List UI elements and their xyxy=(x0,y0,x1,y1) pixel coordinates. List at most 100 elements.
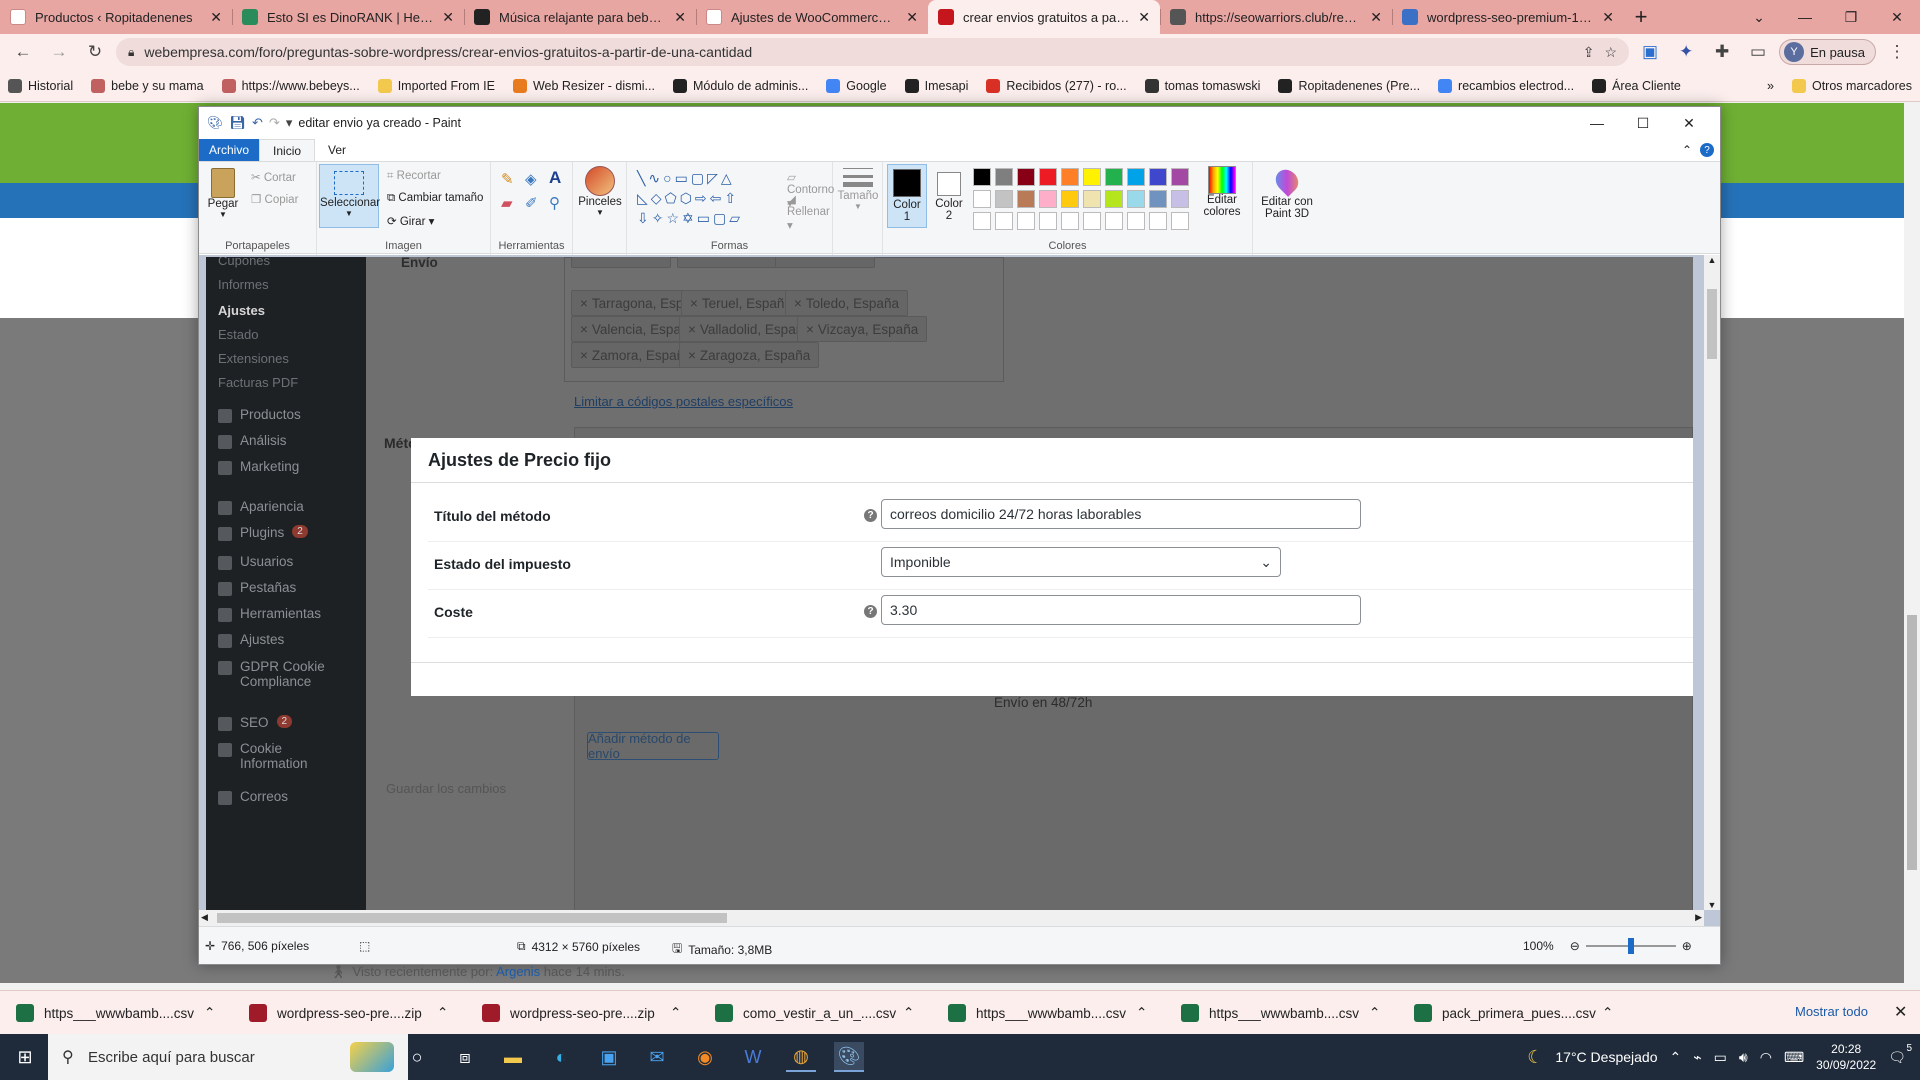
zoom-slider-thumb[interactable] xyxy=(1627,938,1634,954)
download-item[interactable]: https___wwwbamb....csv ⌃ xyxy=(948,1000,1147,1026)
recently-viewed-name[interactable]: Argenis xyxy=(496,964,540,979)
chevron-up-icon[interactable]: ⌃ xyxy=(1602,1005,1613,1021)
close-tab-icon[interactable]: ✕ xyxy=(1138,9,1150,26)
palette-swatch[interactable] xyxy=(1083,168,1101,186)
brushes-button[interactable]: Pinceles ▼ xyxy=(577,166,623,217)
sidebar-item[interactable]: Herramientas xyxy=(218,606,321,622)
minimize-icon[interactable]: — xyxy=(1782,0,1828,34)
extension-icon[interactable]: ✦ xyxy=(1671,37,1701,67)
browser-tab[interactable]: crear envios gratuitos a partir de ✕ xyxy=(928,0,1160,34)
scroll-down-icon[interactable]: ▼ xyxy=(1704,900,1720,910)
sidebar-subitem[interactable]: Cupones xyxy=(218,257,270,268)
quick-access-dropdown-icon[interactable]: ▾ xyxy=(286,115,293,131)
paint-canvas-area[interactable]: Cupones Informes Ajustes Estado Extensiones F… xyxy=(199,255,1720,926)
download-item[interactable]: pack_primera_pues....csv ⌃ xyxy=(1414,1000,1613,1026)
shapes-gallery[interactable]: ╲∿○▭▢◸△ ◺◇⬠⬡⇨⇦⇧ ⇩✧☆✡▭▢▱ xyxy=(637,168,783,228)
limit-postcodes-link[interactable]: Limitar a códigos postales específicos xyxy=(574,394,793,409)
palette-swatch[interactable] xyxy=(973,190,991,208)
back-icon[interactable]: ← xyxy=(8,37,38,67)
crop-button[interactable]: ⌗ Recortar xyxy=(387,170,441,183)
bookmark-item[interactable]: Ropitadenenes (Pre... xyxy=(1278,78,1420,93)
browser-tab[interactable]: Música relajante para bebés: ¿cómo ✕ xyxy=(464,0,696,34)
sidebar-subitem[interactable]: Informes xyxy=(218,277,269,292)
method-title-input[interactable]: correos domicilio 24/72 horas laborables xyxy=(881,499,1361,529)
edge-icon[interactable]: ◐ xyxy=(546,1042,576,1072)
language-icon[interactable]: ⌨ xyxy=(1784,1049,1804,1066)
sidebar-item[interactable]: Ajustes xyxy=(218,632,284,648)
select-button[interactable]: Seleccionar ▼ xyxy=(319,164,380,228)
edit-colors-button[interactable]: Editar colores xyxy=(1197,166,1247,218)
pencil-icon[interactable]: ✎ xyxy=(501,170,514,188)
bookmark-item[interactable]: tomas tomaswski xyxy=(1144,78,1260,93)
custom-color-slot[interactable] xyxy=(1061,212,1079,230)
close-tab-icon[interactable]: ✕ xyxy=(674,9,686,26)
paste-button[interactable]: Pegar ▼ xyxy=(205,168,241,219)
color1-button[interactable]: Color 1 xyxy=(887,164,927,228)
palette-swatch[interactable] xyxy=(1083,190,1101,208)
sidebar-subitem[interactable]: Facturas PDF xyxy=(218,375,298,390)
remove-tag-icon[interactable]: × xyxy=(690,296,698,311)
weather-text[interactable]: 17°C Despejado xyxy=(1555,1049,1657,1065)
palette-swatch[interactable] xyxy=(1017,168,1035,186)
canvas-horizontal-thumb[interactable] xyxy=(217,913,727,923)
sidebar-item[interactable]: Productos xyxy=(218,407,301,423)
download-item[interactable]: wordpress-seo-pre....zip ⌃ xyxy=(482,1000,681,1026)
color2-button[interactable]: Color 2 xyxy=(931,164,967,228)
profile-button[interactable]: Y En pausa xyxy=(1779,39,1876,65)
palette-swatch[interactable] xyxy=(1127,190,1145,208)
tab-search-icon[interactable]: ⌄ xyxy=(1736,0,1782,34)
chevron-up-icon[interactable]: ⌃ xyxy=(1369,1005,1380,1021)
palette-swatch[interactable] xyxy=(995,168,1013,186)
close-downloads-icon[interactable]: ✕ xyxy=(1894,1002,1907,1022)
download-item[interactable]: https___wwwbamb....csv ⌃ xyxy=(16,1000,215,1026)
close-tab-icon[interactable]: ✕ xyxy=(210,9,222,26)
redo-icon[interactable]: ↷ xyxy=(269,115,280,131)
extension-icon[interactable]: ▣ xyxy=(1635,37,1665,67)
scroll-right-icon[interactable]: ▶ xyxy=(1695,912,1702,923)
sidebar-subitem[interactable]: Ajustes xyxy=(218,303,265,318)
mail-icon[interactable]: ✉ xyxy=(642,1042,672,1072)
custom-color-slot[interactable] xyxy=(1127,212,1145,230)
chevron-up-icon[interactable]: ⌃ xyxy=(437,1005,448,1021)
sidebar-item[interactable]: Plugins 2 xyxy=(218,525,308,541)
maximize-icon[interactable]: ☐ xyxy=(1620,115,1666,132)
bookmark-item[interactable]: Imesapi xyxy=(904,78,968,93)
bookmark-item[interactable]: Google xyxy=(826,78,887,93)
reload-icon[interactable]: ↻ xyxy=(80,37,110,67)
undo-icon[interactable]: ↶ xyxy=(252,115,263,131)
close-tab-icon[interactable]: ✕ xyxy=(1602,9,1614,26)
palette-swatch[interactable] xyxy=(1105,168,1123,186)
other-bookmarks-folder[interactable]: Otros marcadores xyxy=(1791,78,1912,93)
custom-color-slot[interactable] xyxy=(1083,212,1101,230)
wifi-icon[interactable]: ◠ xyxy=(1760,1049,1772,1066)
remove-tag-icon[interactable]: × xyxy=(688,348,696,363)
region-tag[interactable] xyxy=(677,257,777,268)
remove-tag-icon[interactable]: × xyxy=(806,322,814,337)
remove-tag-icon[interactable]: × xyxy=(794,296,802,311)
bookmark-item[interactable]: recambios electrod... xyxy=(1438,78,1574,93)
palette-swatch[interactable] xyxy=(1039,190,1057,208)
remove-tag-icon[interactable]: × xyxy=(580,348,588,363)
palette-swatch[interactable] xyxy=(1171,190,1189,208)
share-icon[interactable]: ⇪ xyxy=(1583,44,1595,61)
save-changes-button[interactable]: Guardar los cambios xyxy=(386,781,506,796)
help-tip-icon[interactable]: ? xyxy=(864,509,877,522)
help-tip-icon[interactable]: ? xyxy=(864,605,877,618)
bookmark-item[interactable]: https://www.bebeys... xyxy=(221,78,360,93)
palette-swatch[interactable] xyxy=(1061,190,1079,208)
restore-icon[interactable]: ❐ xyxy=(1828,0,1874,34)
resize-button[interactable]: ⧉ Cambiar tamaño xyxy=(387,192,483,205)
sidebar-item[interactable]: Apariencia xyxy=(218,499,304,515)
eraser-icon[interactable]: ▰ xyxy=(501,194,513,212)
cost-input[interactable]: 3.30 xyxy=(881,595,1361,625)
clock[interactable]: 20:28 30/09/2022 xyxy=(1816,1041,1876,1073)
copy-button[interactable]: ❐ Copiar xyxy=(251,192,298,206)
sidebar-item[interactable]: Pestañas xyxy=(218,580,296,596)
browser-tab[interactable]: Productos ‹ Ropitadenenes ✕ xyxy=(0,0,232,34)
palette-swatch[interactable] xyxy=(1149,168,1167,186)
add-shipping-method-button[interactable]: Añadir método de envío xyxy=(587,731,719,761)
zoom-in-icon[interactable]: ⊕ xyxy=(1682,939,1692,953)
windows-start-icon[interactable]: ⊞ xyxy=(10,1042,40,1072)
custom-color-slot[interactable] xyxy=(1149,212,1167,230)
sidebar-item[interactable]: Correos xyxy=(218,789,288,805)
